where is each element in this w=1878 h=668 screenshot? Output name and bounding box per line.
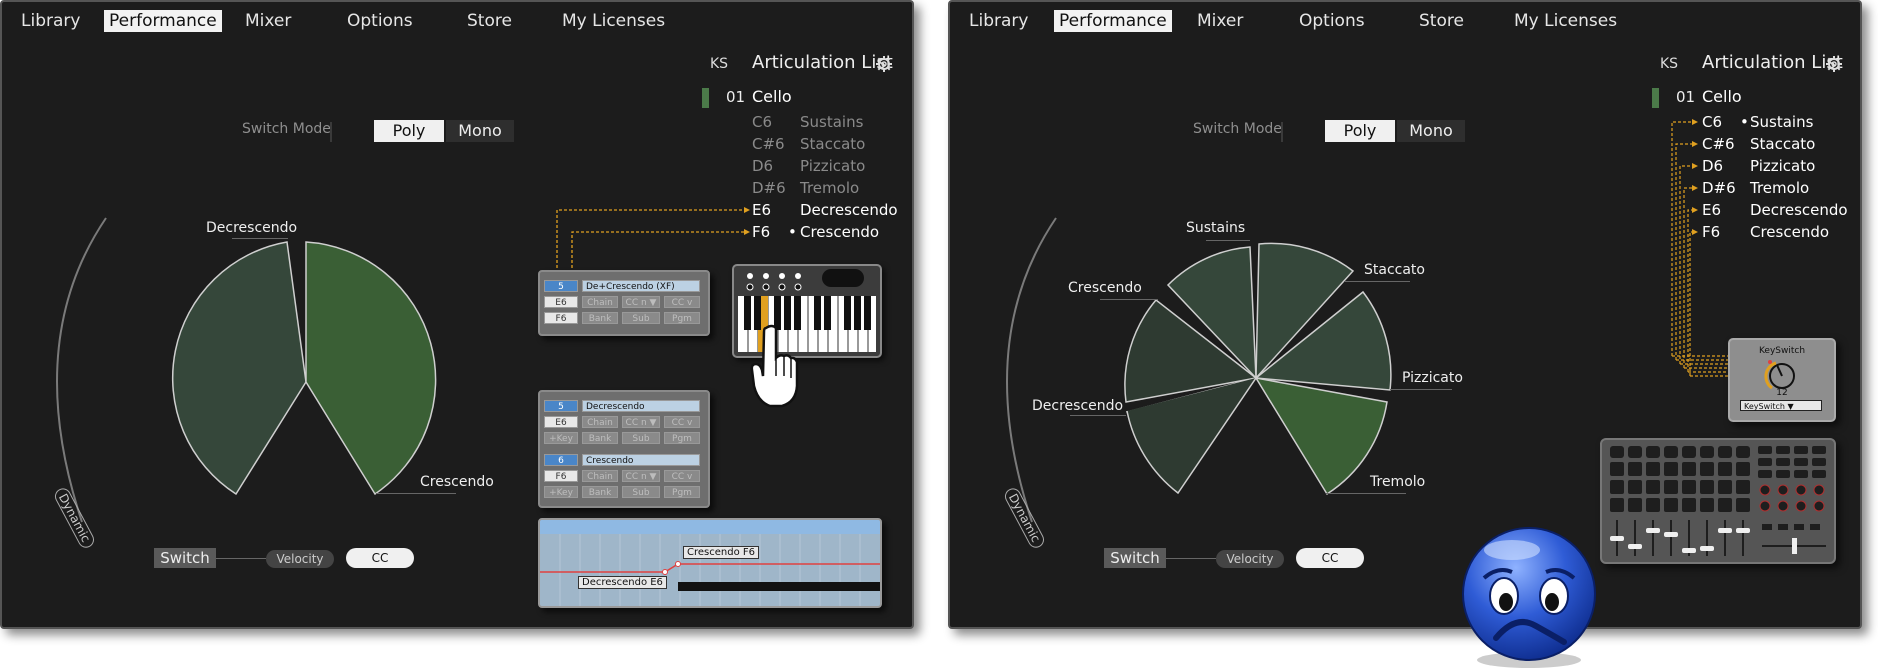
velocity-toggle[interactable]: Velocity <box>1216 550 1284 568</box>
cc-toggle[interactable]: CC <box>346 548 414 568</box>
right-panel: Library Performance Mixer Options Store … <box>948 0 1862 629</box>
keyswitch-chip: 5 De+Crescendo (XF) E6 Chain CC n ▼ CC v… <box>538 270 710 336</box>
keyswitch-module: KeySwitch 12 KeySwitch ▼ <box>1728 338 1836 422</box>
slice-label: Staccato <box>1364 262 1425 278</box>
keyswitch-chip-double: 5 Decrescendo E6 Chain CC n ▼ CC v +Key … <box>538 390 710 508</box>
slice-label: Pizzicato <box>1402 370 1463 386</box>
dynamic-arc <box>1006 217 1057 523</box>
switch-button[interactable]: Switch <box>1104 548 1166 568</box>
left-panel: Library Performance Mixer Options Store … <box>0 0 914 629</box>
cc-toggle[interactable]: CC <box>1296 548 1364 568</box>
slice-label: Tremolo <box>1370 474 1426 490</box>
timeline-label: Decrescendo E6 <box>578 576 667 589</box>
sad-face-icon <box>1462 527 1596 668</box>
slice-label: Decrescendo <box>1032 398 1124 414</box>
timeline-graphic <box>540 520 880 606</box>
slice-label: Decrescendo <box>206 220 298 236</box>
automation-timeline: Crescendo F6 Decrescendo E6 <box>538 518 882 608</box>
keyswitch-select[interactable]: KeySwitch ▼ <box>1740 400 1822 411</box>
pointer-hand-icon <box>750 324 799 408</box>
velocity-toggle[interactable]: Velocity <box>266 550 334 568</box>
pad-controller-graphic <box>1610 446 1826 556</box>
slice-label: Crescendo <box>1068 280 1142 296</box>
dynamic-arc <box>56 217 107 523</box>
slice-decrescendo[interactable] <box>171 241 307 496</box>
timeline-label: Crescendo F6 <box>683 546 759 559</box>
slice-tremolo[interactable] <box>1254 376 1388 496</box>
slice-label: Crescendo <box>420 474 494 490</box>
pad-controller <box>1600 438 1836 564</box>
keyswitch-value: 12 <box>1776 388 1788 398</box>
slice-label: Sustains <box>1186 220 1246 236</box>
switch-button[interactable]: Switch <box>154 548 216 568</box>
slice-crescendo[interactable] <box>305 241 437 496</box>
